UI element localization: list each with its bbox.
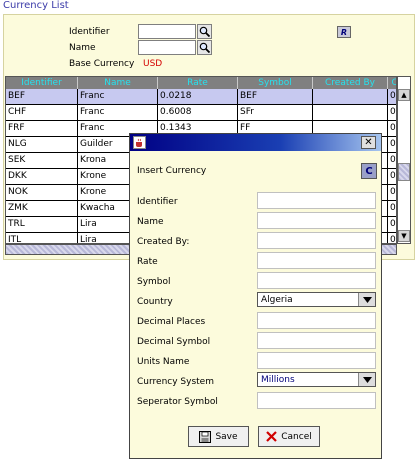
- scroll-thumb[interactable]: [398, 163, 410, 181]
- dialog-heading: Insert Currency: [137, 166, 207, 176]
- identifier-search-button[interactable]: [197, 24, 212, 39]
- cell-created: 08: [388, 185, 396, 201]
- separator-symbol-field[interactable]: [257, 392, 376, 409]
- table-header: Identifier Name Rate Symbol Created By C…: [6, 77, 397, 89]
- symbol-label: Symbol: [137, 277, 171, 287]
- scroll-up-button[interactable]: ▲: [398, 89, 410, 101]
- table-row[interactable]: CHFFranc0.6008SFr 08: [6, 105, 396, 121]
- window-title: Currency List: [3, 0, 69, 11]
- rate-label: Rate: [137, 257, 158, 267]
- cell-symbol: SFr: [238, 105, 313, 121]
- cell-created: 08: [388, 89, 396, 105]
- column-header-name[interactable]: Name: [78, 77, 158, 89]
- dialog-titlebar[interactable]: ✕: [130, 134, 381, 151]
- cell-created: 08: [388, 153, 396, 169]
- column-header-created[interactable]: Cr: [388, 77, 397, 89]
- cell-created: 08: [388, 105, 396, 121]
- currency-system-select[interactable]: Millions: [257, 372, 376, 387]
- cell-rate: 0.0218: [158, 89, 238, 105]
- rate-field[interactable]: [257, 252, 376, 269]
- floppy-disk-icon: [199, 430, 212, 443]
- cell-rate: 0.6008: [158, 105, 238, 121]
- cell-identifier: BEF: [6, 89, 78, 105]
- created-by-field[interactable]: [257, 232, 376, 249]
- currency-system-label: Currency System: [137, 377, 214, 387]
- cell-created-by: [313, 105, 388, 121]
- cell-name: Franc: [78, 105, 158, 121]
- base-currency-value: USD: [143, 59, 163, 69]
- decimal-symbol-label: Decimal Symbol: [137, 337, 211, 347]
- cell-created: 08: [388, 169, 396, 185]
- cell-identifier: ITL: [6, 233, 78, 243]
- search-icon: [199, 42, 210, 53]
- column-header-symbol[interactable]: Symbol: [238, 77, 313, 89]
- table-vertical-scrollbar[interactable]: ▲ ▼: [397, 76, 411, 244]
- save-label: Save: [215, 431, 238, 442]
- country-label: Country: [137, 297, 173, 307]
- name-label: Name: [137, 217, 164, 227]
- table-row[interactable]: BEFFranc0.0218BEF08: [6, 89, 396, 105]
- currency-action-button[interactable]: C: [361, 163, 377, 179]
- close-button[interactable]: ✕: [361, 136, 376, 149]
- name-label: Name: [69, 43, 96, 53]
- name-field[interactable]: [257, 212, 376, 229]
- scroll-down-button[interactable]: ▼: [398, 230, 410, 242]
- country-select[interactable]: Algeria: [257, 292, 376, 307]
- column-header-identifier[interactable]: Identifier: [6, 77, 78, 89]
- search-icon: [199, 26, 210, 37]
- cell-created: 08: [388, 217, 396, 233]
- cancel-button[interactable]: Cancel: [258, 426, 320, 447]
- insert-currency-dialog: ✕ Insert Currency C Identifier Name Crea…: [129, 133, 382, 459]
- save-button[interactable]: Save: [188, 426, 249, 447]
- cell-identifier: DKK: [6, 169, 78, 185]
- cancel-label: Cancel: [281, 431, 312, 442]
- currency-system-selected-value: Millions: [261, 374, 295, 385]
- cell-created-by: [313, 89, 388, 105]
- cell-symbol: BEF: [238, 89, 313, 105]
- identifier-label: Identifier: [137, 197, 178, 207]
- cell-identifier: TRL: [6, 217, 78, 233]
- separator-symbol-label: Seperator Symbol: [137, 397, 218, 407]
- cell-identifier: SEK: [6, 153, 78, 169]
- column-header-rate[interactable]: Rate: [158, 77, 238, 89]
- units-name-label: Units Name: [137, 357, 190, 367]
- java-app-icon: [133, 136, 146, 149]
- decimal-symbol-field[interactable]: [257, 332, 376, 349]
- units-name-field[interactable]: [257, 352, 376, 369]
- cell-name: Franc: [78, 89, 158, 105]
- name-search-button[interactable]: [197, 40, 212, 55]
- cell-identifier: CHF: [6, 105, 78, 121]
- decimal-places-label: Decimal Places: [137, 317, 206, 327]
- cell-identifier: NLG: [6, 137, 78, 153]
- cell-identifier: ZMK: [6, 201, 78, 217]
- decimal-places-field[interactable]: [257, 312, 376, 329]
- identifier-label: Identifier: [69, 27, 110, 37]
- identifier-filter-input[interactable]: [138, 24, 196, 39]
- close-icon: ✕: [364, 137, 373, 148]
- refresh-button[interactable]: R: [337, 26, 351, 38]
- dropdown-arrow-icon[interactable]: [358, 373, 375, 386]
- base-currency-label: Base Currency: [69, 59, 135, 69]
- symbol-field[interactable]: [257, 272, 376, 289]
- cell-identifier: FRF: [6, 121, 78, 137]
- country-selected-value: Algeria: [261, 294, 293, 305]
- cell-identifier: NOK: [6, 185, 78, 201]
- created-by-label: Created By:: [137, 237, 190, 247]
- cell-created: 08: [388, 137, 396, 153]
- column-header-created-by[interactable]: Created By: [313, 77, 388, 89]
- coffee-cup-icon: [136, 138, 142, 147]
- cell-created: 08: [388, 201, 396, 217]
- red-x-icon: [266, 431, 278, 442]
- name-filter-input[interactable]: [138, 40, 196, 55]
- identifier-field[interactable]: [257, 192, 376, 209]
- cell-created: 08: [388, 233, 396, 243]
- cell-created: 08: [388, 121, 396, 137]
- dropdown-arrow-icon[interactable]: [358, 293, 375, 306]
